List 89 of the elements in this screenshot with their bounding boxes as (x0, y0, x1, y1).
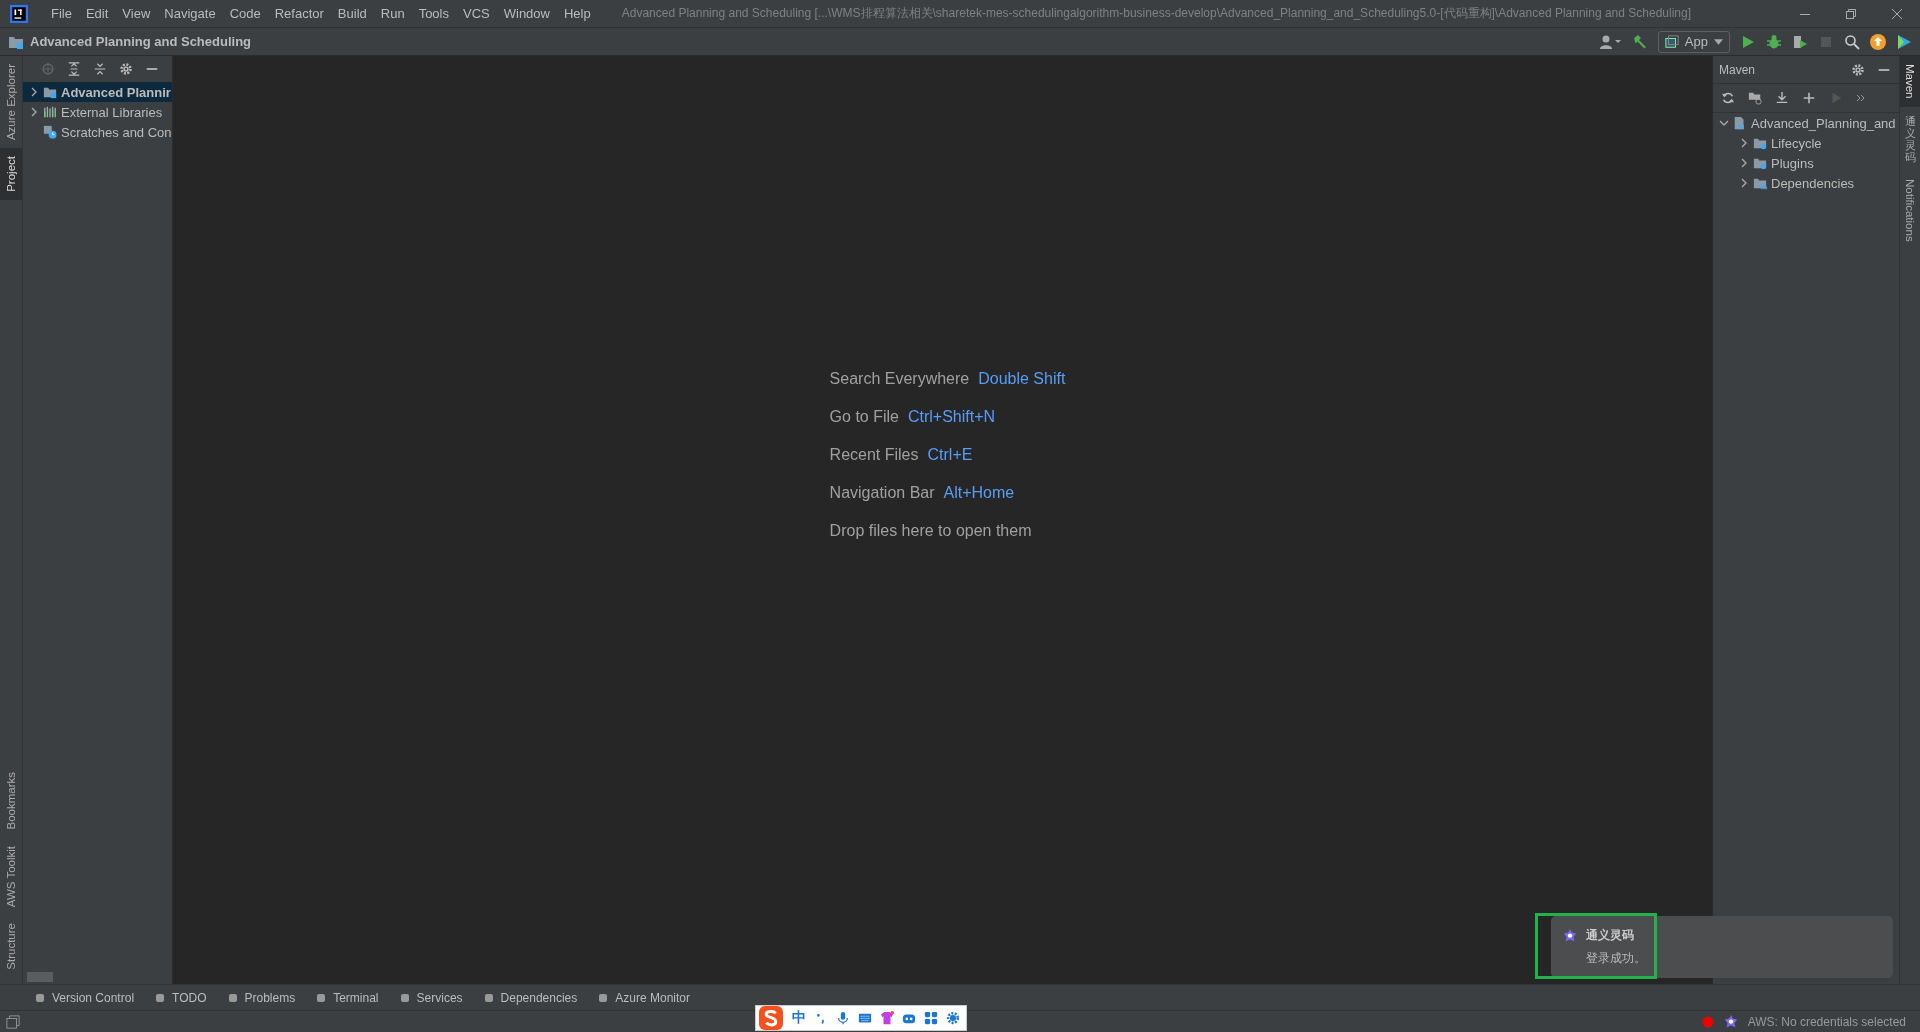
window-title: Advanced Planning and Scheduling [...\WMS排程算法相关\sharetek-mes-schedulingalgorithm-business-develop\Advanced_Planning_and_Scheduling5.0-[代码重构]\Advanced Planning and Scheduling] (621, 5, 1692, 22)
shirt-icon[interactable] (879, 1010, 894, 1025)
run-icon[interactable] (1740, 33, 1756, 50)
star-logo-icon (1563, 928, 1577, 943)
app-logo-icon (10, 4, 28, 23)
tool-window-tab[interactable]: Project (0, 148, 22, 200)
tool-window-button[interactable]: Version Control (34, 990, 135, 1005)
folder-chart-icon (1753, 176, 1767, 190)
expand-all-icon[interactable] (67, 62, 81, 76)
ime-mode-toggle[interactable]: 中 (791, 1008, 806, 1027)
tool-window-tab[interactable]: 通义灵码 (1900, 106, 1920, 171)
tree-item[interactable]: Scratches and Con (23, 122, 172, 142)
status-text[interactable]: AWS: No credentials selected (1747, 1014, 1906, 1029)
download-icon[interactable] (1775, 91, 1789, 105)
project-breadcrumb[interactable]: Advanced Planning and Scheduling (30, 34, 252, 49)
tree-item[interactable]: External Libraries (23, 102, 172, 122)
tool-window-button[interactable]: Problems (226, 990, 296, 1005)
notification-text: 登录成功。 (1585, 950, 1647, 967)
record-dot-icon (1701, 1015, 1714, 1028)
shortcut-text: Ctrl+Shift+N (907, 408, 996, 426)
scratches-icon (43, 125, 57, 139)
shortcut-text: Ctrl+E (927, 446, 973, 464)
refresh-icon[interactable] (1721, 91, 1735, 105)
hint-text: Drop files here to open them (829, 522, 1032, 540)
add-folder-icon[interactable] (1748, 91, 1762, 105)
tool-window-tab[interactable]: Azure Explorer (0, 56, 22, 149)
folder-gear-icon (1753, 136, 1767, 150)
window-icon (1664, 34, 1679, 49)
notification-title: 通义灵码 (1586, 927, 1634, 944)
caret-icon (1714, 38, 1723, 45)
folder-icon (43, 85, 57, 99)
more-icon[interactable] (1856, 93, 1866, 103)
tool-window-button[interactable]: Terminal (315, 990, 379, 1005)
tool-window-button[interactable]: TODO (154, 990, 207, 1005)
settings-icon[interactable] (1851, 62, 1865, 77)
menu-item[interactable]: Run (373, 6, 412, 21)
settings-icon[interactable] (119, 62, 133, 76)
star-logo-icon[interactable] (1723, 1014, 1738, 1029)
grid-icon[interactable] (923, 1010, 938, 1025)
folder-gear-icon (1753, 156, 1767, 170)
scrollbar[interactable] (27, 972, 53, 982)
tool-window-button[interactable]: Azure Monitor (597, 990, 690, 1005)
maven-project-icon (1733, 116, 1747, 130)
menu-item[interactable]: Help (556, 6, 598, 21)
tree-item[interactable]: Advanced Plannir (23, 82, 172, 102)
shortcut-text: Double Shift (978, 370, 1066, 388)
menu-item[interactable]: Build (330, 6, 374, 21)
tree-item[interactable]: Lifecycle (1713, 133, 1899, 153)
tool-window-tab[interactable]: AWS Toolkit (0, 837, 22, 916)
user-icon[interactable] (1599, 33, 1622, 50)
bug-icon[interactable] (1766, 33, 1782, 50)
ime-logo-icon[interactable] (757, 1005, 784, 1030)
menu-item[interactable]: File (44, 6, 79, 21)
menu-item[interactable]: Edit (78, 6, 116, 21)
tool-window-button[interactable]: Services (398, 990, 463, 1005)
collapse-all-icon[interactable] (93, 62, 107, 76)
plugin-logo-icon[interactable] (1896, 33, 1912, 50)
panel-toggle-icon[interactable] (6, 1014, 20, 1029)
tree-item[interactable]: Advanced_Planning_and (1713, 113, 1899, 133)
close-icon[interactable] (1891, 7, 1903, 20)
menu-item[interactable]: Refactor (267, 6, 331, 21)
restore-icon[interactable] (1845, 7, 1857, 20)
tool-window-tab[interactable]: Maven (1900, 56, 1920, 107)
tool-window-tab[interactable]: Bookmarks (0, 764, 22, 838)
hint-text: Recent Files (829, 446, 919, 464)
search-icon[interactable] (1844, 33, 1860, 50)
settings-icon[interactable] (945, 1010, 960, 1025)
menu-item[interactable]: Navigate (157, 6, 223, 21)
tool-window-tab[interactable]: Structure (0, 915, 22, 978)
tool-window-tab[interactable]: Notifications (1900, 170, 1920, 250)
hint-text: Go to File (829, 408, 899, 426)
shortcut-text: Alt+Home (943, 484, 1015, 502)
menu-item[interactable]: Code (222, 6, 268, 21)
panel-title: Maven (1719, 62, 1756, 77)
add-icon[interactable] (1802, 91, 1816, 105)
tool-window-button[interactable]: Dependencies (482, 990, 578, 1005)
microphone-icon[interactable] (835, 1010, 850, 1025)
library-icon (43, 105, 57, 119)
hint-text: Navigation Bar (829, 484, 935, 502)
menu-item[interactable]: VCS (456, 6, 497, 21)
menu-item[interactable]: Window (496, 6, 557, 21)
tree-item[interactable]: Plugins (1713, 153, 1899, 173)
run-configuration-dropdown[interactable]: App (1657, 30, 1730, 53)
menu-item[interactable]: Tools (411, 6, 456, 21)
update-icon[interactable] (1870, 33, 1886, 50)
hint-text: Search Everywhere (829, 370, 970, 388)
coverage-icon[interactable] (1792, 33, 1808, 50)
menu-item[interactable]: View (115, 6, 158, 21)
tree-item[interactable]: Dependencies (1713, 173, 1899, 193)
